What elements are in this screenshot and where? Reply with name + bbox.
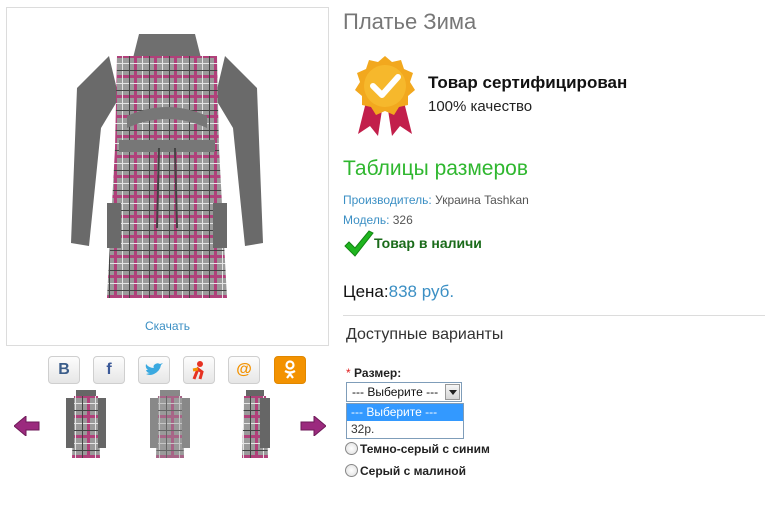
- stock-status: Товар в наличи: [374, 235, 482, 251]
- chevron-down-icon[interactable]: [445, 384, 460, 400]
- color-option-1[interactable]: Темно-серый с синим: [345, 442, 490, 456]
- radio-button[interactable]: [345, 464, 358, 477]
- color-option-label: Серый с малиной: [360, 464, 466, 478]
- size-option[interactable]: --- Выберите ---: [347, 404, 463, 421]
- product-title: Платье Зима: [343, 9, 477, 34]
- main-product-image[interactable]: Скачать: [6, 7, 329, 346]
- manufacturer-value: Украина Tashkan: [435, 193, 529, 207]
- size-dropdown-list: --- Выберите --- 32р.: [346, 403, 464, 439]
- size-select-value: --- Выберите ---: [352, 385, 439, 399]
- size-table-link[interactable]: Таблицы размеров: [343, 157, 528, 181]
- price-label: Цена:: [343, 282, 389, 301]
- radio-button[interactable]: [345, 442, 358, 455]
- size-label: * Размер:: [346, 366, 401, 380]
- manufacturer-row: Производитель: Украина Tashkan: [343, 193, 529, 207]
- required-mark: *: [346, 366, 351, 380]
- mail-icon[interactable]: @: [228, 356, 260, 384]
- model-value: 326: [392, 213, 413, 227]
- model-label: Модель:: [343, 213, 390, 227]
- divider: [343, 315, 765, 316]
- manufacturer-label[interactable]: Производитель:: [343, 193, 432, 207]
- arrow-left-icon[interactable]: [13, 414, 40, 438]
- color-option-2[interactable]: Серый с малиной: [345, 464, 466, 478]
- certified-badge-icon: [352, 54, 418, 143]
- quality-label: 100% качество: [428, 98, 533, 115]
- twitter-icon[interactable]: [138, 356, 170, 384]
- moimir-icon[interactable]: [183, 356, 215, 384]
- download-link[interactable]: Скачать: [7, 319, 328, 333]
- thumbnail-3[interactable]: [228, 388, 280, 460]
- in-stock-check-icon: [343, 230, 375, 265]
- size-option[interactable]: 32р.: [347, 421, 463, 438]
- size-select[interactable]: --- Выберите ---: [346, 382, 462, 402]
- variants-title: Доступные варианты: [346, 326, 504, 343]
- odnoklassniki-icon[interactable]: [274, 356, 306, 384]
- thumbnail-2[interactable]: [144, 388, 196, 460]
- price: Цена:838 руб.: [343, 282, 454, 302]
- vk-icon[interactable]: B: [48, 356, 80, 384]
- facebook-icon[interactable]: f: [93, 356, 125, 384]
- model-row: Модель: 326: [343, 213, 413, 227]
- price-value: 838 руб.: [388, 282, 455, 301]
- size-label-text: Размер:: [354, 366, 402, 380]
- thumbnail-1[interactable]: [60, 388, 112, 460]
- certified-title: Товар сертифицирован: [428, 73, 628, 92]
- color-option-label: Темно-серый с синим: [360, 442, 490, 456]
- thumbnail-carousel: [13, 388, 327, 460]
- dress-image: [71, 34, 263, 298]
- arrow-right-icon[interactable]: [300, 414, 327, 438]
